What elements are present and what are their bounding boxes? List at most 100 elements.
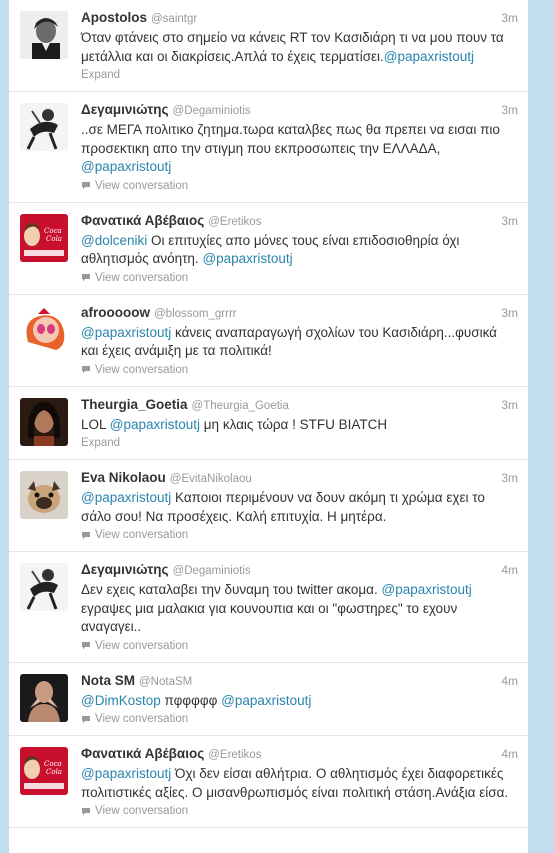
tweet-item[interactable]: Eva Nikolaou @EvitaNikolaou 3m @papaxris… bbox=[9, 460, 528, 552]
tweet-item[interactable]: Nota SM @NotaSM 4m @DimKostop πφφφφφ @pa… bbox=[9, 663, 528, 736]
avatar-woman-dark-hair[interactable] bbox=[20, 397, 68, 446]
avatar-sketch-figure[interactable] bbox=[20, 563, 68, 611]
tweet-stream: Apostolos @saintgr 3m Όταν φτάνεις στο σ… bbox=[9, 0, 528, 853]
expand-link[interactable]: Expand bbox=[81, 67, 516, 83]
tweet-header: Φανατικά Αβέβαιος @Eretikos bbox=[81, 213, 516, 230]
view-conversation-link[interactable]: View conversation bbox=[81, 527, 516, 543]
avatar-coca-cola-lenin[interactable]: Coca Cola bbox=[20, 213, 68, 262]
tweet-timestamp[interactable]: 3m bbox=[501, 471, 518, 485]
mention-link[interactable]: @DimKostop bbox=[81, 693, 161, 708]
tweet-header: Nota SM @NotaSM bbox=[81, 673, 516, 690]
tweet-item[interactable]: Coca Cola Φανατικά Αβέβαιος @Eretikos 4m … bbox=[9, 736, 528, 828]
speech-bubble-icon bbox=[82, 642, 90, 650]
tweet-screen-name[interactable]: @blossom_grrrr bbox=[154, 306, 237, 322]
tweet-fullname[interactable]: Nota SM bbox=[81, 673, 135, 689]
tweet-action-label: View conversation bbox=[95, 529, 189, 541]
speech-bubble-icon bbox=[82, 807, 90, 815]
tweet-item[interactable]: Coca Cola Φανατικά Αβέβαιος @Eretikos 3m … bbox=[9, 203, 528, 295]
tweet-text: ..σε ΜΕΓΑ πολιτικο ζητημα.τωρα καταλβες … bbox=[81, 121, 516, 177]
mention-link[interactable]: @papaxristoutj bbox=[110, 417, 200, 432]
mention-link[interactable]: @papaxristoutj bbox=[81, 159, 171, 174]
tweet-header: Δεγαμινιώτης @Degaminiotis bbox=[81, 562, 516, 579]
tweet-fullname[interactable]: Eva Nikolaou bbox=[81, 470, 166, 486]
tweet-item[interactable]: Δεγαμινιώτης @Degaminiotis 3m ..σε ΜΕΓΑ … bbox=[9, 92, 528, 203]
tweet-text: @DimKostop πφφφφφ @papaxristoutj bbox=[81, 692, 516, 711]
tweet-header: Eva Nikolaou @EvitaNikolaou bbox=[81, 470, 516, 487]
mention-link[interactable]: @dolceniki bbox=[81, 233, 147, 248]
tweet-action-label: View conversation bbox=[95, 713, 189, 725]
mention-link[interactable]: @papaxristoutj bbox=[81, 490, 171, 505]
tweet-fullname[interactable]: Apostolos bbox=[81, 10, 147, 26]
mention-link[interactable]: @papaxristoutj bbox=[81, 325, 171, 340]
tweet-fullname[interactable]: Theurgia_Goetia bbox=[81, 397, 188, 413]
view-conversation-link[interactable]: View conversation bbox=[81, 178, 516, 194]
tweet-fullname[interactable]: Δεγαμινιώτης bbox=[81, 562, 169, 578]
speech-bubble-icon bbox=[82, 531, 90, 539]
mention-link[interactable]: @papaxristoutj bbox=[81, 766, 171, 781]
tweet-timestamp[interactable]: 4m bbox=[501, 563, 518, 577]
tweet-header: Theurgia_Goetia @Theurgia_Goetia bbox=[81, 397, 516, 414]
tweet-text: Δεν εχεις καταλαβει την δυναμη του twitt… bbox=[81, 581, 516, 637]
tweet-timestamp[interactable]: 3m bbox=[501, 11, 518, 25]
svg-text:Cola: Cola bbox=[46, 768, 62, 776]
tweet-action-label: View conversation bbox=[95, 271, 189, 284]
tweet-timestamp[interactable]: 3m bbox=[501, 398, 518, 412]
avatar-man-portrait-bw[interactable] bbox=[20, 11, 68, 59]
tweet-timestamp[interactable]: 3m bbox=[501, 103, 518, 117]
mention-link[interactable]: @papaxristoutj bbox=[221, 693, 311, 708]
tweet-item[interactable]: Δεγαμινιώτης @Degaminiotis 4m Δεν εχεις … bbox=[9, 552, 528, 663]
tweet-action-label: Expand bbox=[81, 69, 121, 81]
tweet-screen-name[interactable]: @saintgr bbox=[151, 11, 197, 27]
tweet-screen-name[interactable]: @EvitaNikolaou bbox=[170, 471, 252, 487]
tweet-text-segment: μη κλαις τώρα ! STFU BIATCH bbox=[200, 416, 388, 432]
tweet-header: Apostolos @saintgr bbox=[81, 10, 516, 27]
tweet-timestamp[interactable]: 3m bbox=[501, 306, 518, 320]
tweet-item[interactable]: afrooooow @blossom_grrrr 3m @papaxristou… bbox=[9, 295, 528, 387]
tweet-text-segment: LOL bbox=[81, 416, 110, 432]
svg-text:Cola: Cola bbox=[46, 235, 62, 243]
tweet-header: Φανατικά Αβέβαιος @Eretikos bbox=[81, 746, 516, 763]
tweet-text-segment: ..σε ΜΕΓΑ πολιτικο ζητημα.τωρα καταλβες … bbox=[81, 122, 500, 156]
tweet-action-label: Expand bbox=[81, 437, 121, 449]
tweet-text: @papaxristoutj Καποιοι περιμένουν να δου… bbox=[81, 489, 516, 526]
tweet-action-label: View conversation bbox=[95, 363, 189, 376]
tweet-screen-name[interactable]: @NotaSM bbox=[139, 674, 192, 690]
tweet-fullname[interactable]: Φανατικά Αβέβαιος bbox=[81, 213, 204, 229]
tweet-text: LOL @papaxristoutj μη κλαις τώρα ! STFU … bbox=[81, 416, 516, 435]
avatar-sketch-figure[interactable] bbox=[20, 103, 68, 151]
tweet-text: @papaxristoutj Όχι δεν είσαι αθλήτρια. Ο… bbox=[81, 765, 516, 802]
view-conversation-link[interactable]: View conversation bbox=[81, 362, 516, 378]
speech-bubble-icon bbox=[82, 715, 90, 723]
tweet-timestamp[interactable]: 4m bbox=[501, 674, 518, 688]
tweet-fullname[interactable]: afrooooow bbox=[81, 305, 150, 321]
view-conversation-link[interactable]: View conversation bbox=[81, 711, 516, 727]
mention-link[interactable]: @papaxristoutj bbox=[202, 251, 292, 266]
view-conversation-link[interactable]: View conversation bbox=[81, 803, 516, 819]
tweet-fullname[interactable]: Φανατικά Αβέβαιος bbox=[81, 746, 204, 762]
avatar-pug-dog[interactable] bbox=[20, 471, 68, 519]
tweet-text: Όταν φτάνεις στο σημείο να κάνεις RT τον… bbox=[81, 29, 516, 66]
tweet-screen-name[interactable]: @Degaminiotis bbox=[173, 103, 251, 119]
tweet-screen-name[interactable]: @Theurgia_Goetia bbox=[192, 398, 289, 414]
tweet-screen-name[interactable]: @Degaminiotis bbox=[173, 563, 251, 579]
expand-link[interactable]: Expand bbox=[81, 435, 516, 451]
tweet-item[interactable]: Apostolos @saintgr 3m Όταν φτάνεις στο σ… bbox=[9, 0, 528, 92]
avatar-person-hands[interactable] bbox=[20, 673, 68, 722]
tweet-action-label: View conversation bbox=[95, 805, 189, 817]
mention-link[interactable]: @papaxristoutj bbox=[382, 582, 472, 597]
svg-text:Coca: Coca bbox=[44, 760, 62, 768]
avatar-coca-cola-lenin[interactable]: Coca Cola bbox=[20, 747, 68, 795]
avatar-powerpuff-blossom[interactable] bbox=[20, 305, 68, 354]
tweet-header: afrooooow @blossom_grrrr bbox=[81, 305, 516, 322]
svg-text:Coca: Coca bbox=[44, 227, 62, 235]
tweet-item[interactable]: Theurgia_Goetia @Theurgia_Goetia 3m LOL … bbox=[9, 387, 528, 460]
tweet-fullname[interactable]: Δεγαμινιώτης bbox=[81, 102, 169, 118]
view-conversation-link[interactable]: View conversation bbox=[81, 638, 516, 654]
mention-link[interactable]: @papaxristoutj bbox=[384, 49, 474, 64]
tweet-screen-name[interactable]: @Eretikos bbox=[208, 214, 261, 230]
view-conversation-link[interactable]: View conversation bbox=[81, 270, 516, 286]
speech-bubble-icon bbox=[82, 182, 90, 190]
tweet-timestamp[interactable]: 4m bbox=[501, 747, 518, 761]
tweet-timestamp[interactable]: 3m bbox=[501, 214, 518, 228]
tweet-screen-name[interactable]: @Eretikos bbox=[208, 747, 261, 763]
